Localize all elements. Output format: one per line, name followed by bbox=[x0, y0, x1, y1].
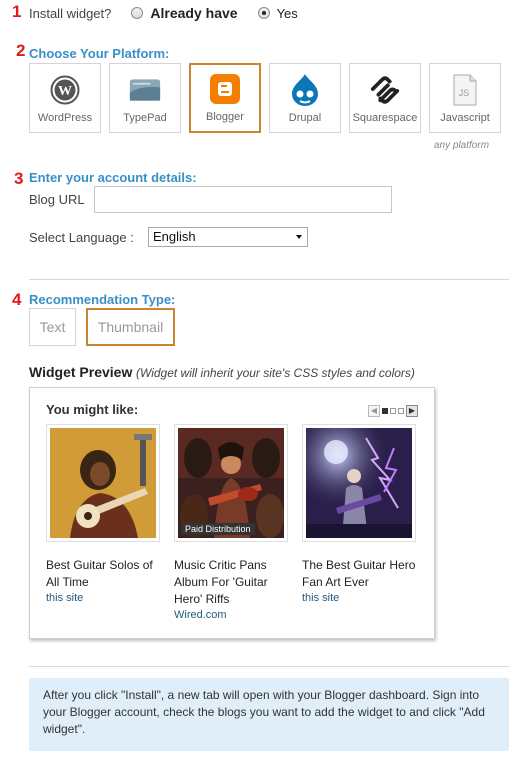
paid-distribution-badge: Paid Distribution bbox=[181, 523, 255, 535]
any-platform-note: any platform bbox=[434, 140, 490, 151]
platform-label: Drupal bbox=[288, 112, 322, 124]
card-thumbnail-frame[interactable] bbox=[302, 424, 416, 542]
select-language-label: Select Language : bbox=[29, 230, 134, 245]
platform-wordpress[interactable]: W WordPress bbox=[29, 63, 101, 133]
rec-type-thumbnail-button[interactable]: Thumbnail bbox=[86, 308, 175, 346]
page-dot[interactable] bbox=[398, 408, 404, 414]
language-selected-value: English bbox=[153, 229, 196, 244]
card-thumbnail-frame[interactable] bbox=[46, 424, 160, 542]
widget-preview-box: You might like: ◀ ▶ Best Guitar Solos of… bbox=[29, 387, 435, 639]
platform-javascript[interactable]: JS Javascript bbox=[429, 63, 501, 133]
page-dot[interactable] bbox=[382, 408, 388, 414]
blog-url-label: Blog URL bbox=[29, 192, 85, 207]
svg-text:W: W bbox=[58, 84, 72, 99]
blogger-icon bbox=[209, 73, 241, 105]
platform-drupal[interactable]: Drupal bbox=[269, 63, 341, 133]
platform-label: Squarespace bbox=[352, 112, 418, 124]
recommendation-type-title: Recommendation Type: bbox=[29, 292, 176, 307]
platform-label: Javascript bbox=[440, 112, 490, 124]
platform-label: TypePad bbox=[123, 112, 167, 124]
platform-label: WordPress bbox=[37, 112, 93, 124]
divider bbox=[29, 666, 509, 667]
widget-preview-heading: Widget Preview (Widget will inherit your… bbox=[29, 364, 415, 380]
fan-art-thumbnail bbox=[306, 428, 412, 538]
rec-type-text-button[interactable]: Text bbox=[29, 308, 76, 346]
card-title[interactable]: Best Guitar Solos of All Time bbox=[46, 557, 160, 591]
recommendation-card[interactable]: The Best Guitar Hero Fan Art Ever this s… bbox=[302, 424, 416, 621]
wordpress-icon: W bbox=[49, 74, 81, 106]
install-info-text: After you click "Install", a new tab wil… bbox=[43, 688, 485, 736]
platform-squarespace[interactable]: Squarespace bbox=[349, 63, 421, 133]
javascript-icon: JS bbox=[449, 74, 481, 106]
install-widget-row: Install widget? Already have Yes bbox=[29, 5, 298, 21]
card-title[interactable]: Music Critic Pans Album For 'Guitar Hero… bbox=[174, 557, 288, 608]
chevron-down-icon bbox=[296, 235, 302, 239]
blog-url-input[interactable] bbox=[94, 186, 392, 213]
next-arrow-icon[interactable]: ▶ bbox=[406, 405, 418, 417]
platform-blogger[interactable]: Blogger bbox=[189, 63, 261, 133]
platform-list: W WordPress TypePad Blogger Drupal Squar… bbox=[29, 63, 501, 133]
prev-arrow-icon[interactable]: ◀ bbox=[368, 405, 380, 417]
widget-preview-title: Widget Preview bbox=[29, 364, 133, 380]
squarespace-icon bbox=[369, 74, 401, 106]
language-select[interactable]: English bbox=[148, 227, 308, 247]
install-info-box: After you click "Install", a new tab wil… bbox=[29, 678, 509, 751]
choose-platform-title: Choose Your Platform: bbox=[29, 46, 170, 61]
drupal-icon bbox=[289, 74, 321, 106]
already-have-label[interactable]: Already have bbox=[150, 5, 237, 21]
yes-label[interactable]: Yes bbox=[277, 6, 298, 21]
step-number-2: 2 bbox=[16, 41, 26, 60]
guitar-hero-band-thumbnail: Paid Distribution bbox=[178, 428, 284, 538]
step-number-4: 4 bbox=[12, 290, 22, 309]
install-widget-question: Install widget? bbox=[29, 5, 112, 21]
card-source[interactable]: this site bbox=[46, 592, 160, 604]
widget-title: You might like: bbox=[46, 402, 139, 417]
recommendation-card[interactable]: Paid Distribution Music Critic Pans Albu… bbox=[174, 424, 288, 621]
account-details-title: Enter your account details: bbox=[29, 170, 197, 185]
card-source[interactable]: Wired.com bbox=[174, 609, 288, 621]
platform-label: Blogger bbox=[206, 111, 244, 123]
widget-preview-note: (Widget will inherit your site's CSS sty… bbox=[135, 366, 415, 380]
card-title[interactable]: The Best Guitar Hero Fan Art Ever bbox=[302, 557, 416, 591]
already-have-radio[interactable] bbox=[131, 7, 144, 19]
recommendation-card[interactable]: Best Guitar Solos of All Time this site bbox=[46, 424, 160, 621]
typepad-icon bbox=[129, 74, 161, 106]
card-thumbnail-frame[interactable]: Paid Distribution bbox=[174, 424, 288, 542]
step-number-1: 1 bbox=[12, 2, 22, 21]
card-source[interactable]: this site bbox=[302, 592, 416, 604]
yes-radio[interactable] bbox=[257, 7, 270, 19]
widget-pager: ◀ ▶ bbox=[368, 405, 418, 417]
page-dot[interactable] bbox=[390, 408, 396, 414]
step-number-3: 3 bbox=[14, 169, 24, 188]
recommendation-cards: Best Guitar Solos of All Time this site bbox=[46, 424, 416, 621]
svg-text:JS: JS bbox=[459, 88, 470, 98]
divider bbox=[29, 279, 509, 280]
guitarist-thumbnail bbox=[50, 428, 156, 538]
platform-typepad[interactable]: TypePad bbox=[109, 63, 181, 133]
